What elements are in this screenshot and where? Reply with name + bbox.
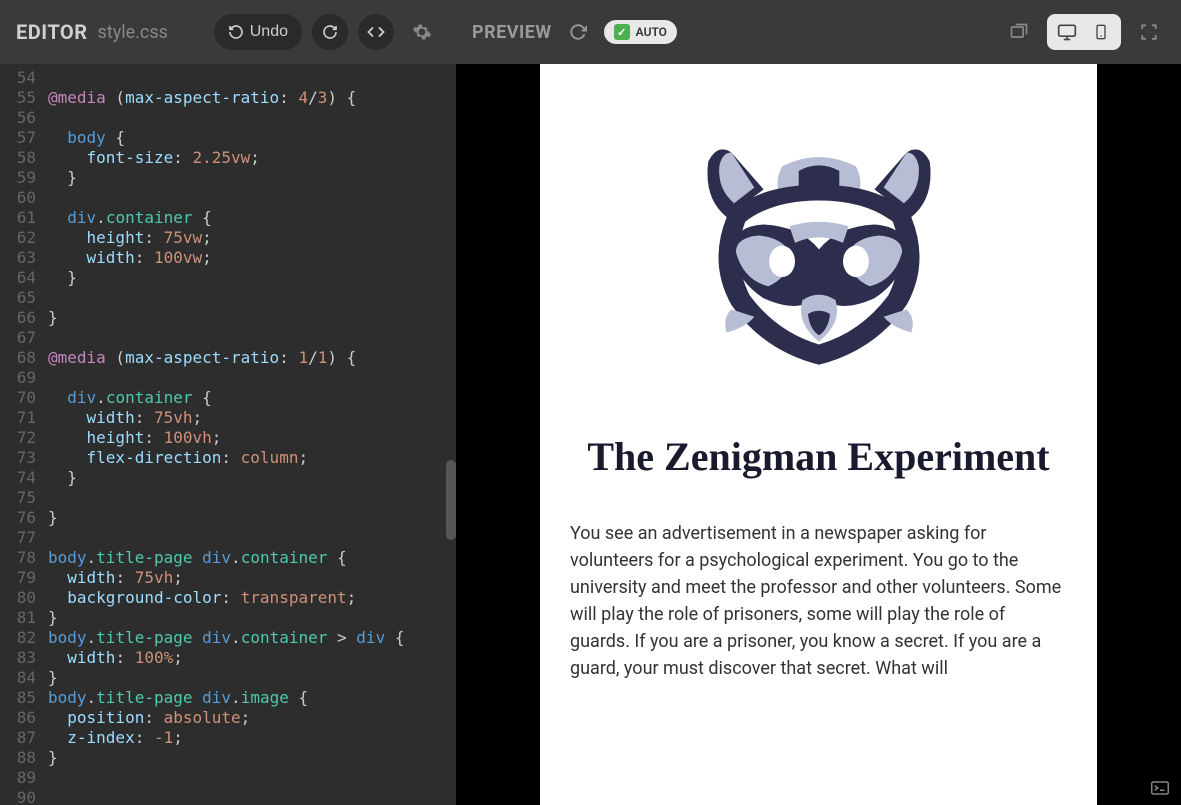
editor-title: EDITOR [16, 20, 88, 44]
app-root: EDITOR style.css Undo 545556575859606162… [0, 0, 1181, 805]
device-mobile-button[interactable] [1085, 18, 1117, 46]
reload-button[interactable] [564, 18, 592, 46]
gear-icon [412, 22, 432, 42]
code-icon [367, 23, 385, 41]
reload-icon [569, 23, 587, 41]
popout-icon [1009, 22, 1029, 42]
editor-pane: EDITOR style.css Undo 545556575859606162… [0, 0, 456, 805]
code-content[interactable]: @media (max-aspect-ratio: 4/3) { body { … [42, 64, 456, 805]
check-icon: ✓ [614, 24, 630, 40]
page-heading: The Zenigman Experiment [570, 434, 1067, 480]
popout-button[interactable] [1003, 16, 1035, 48]
undo-button[interactable]: Undo [214, 14, 302, 50]
fullscreen-icon [1140, 23, 1158, 41]
mobile-icon [1093, 22, 1109, 42]
editor-header: EDITOR style.css Undo [0, 0, 456, 64]
preview-title: PREVIEW [472, 22, 552, 43]
desktop-icon [1057, 22, 1077, 42]
page-image-wrap [570, 94, 1067, 434]
page-body-text: You see an advertisement in a newspaper … [570, 520, 1067, 682]
terminal-icon [1151, 781, 1169, 795]
code-editor[interactable]: 5455565758596061626364656667686970717273… [0, 64, 456, 805]
settings-button[interactable] [404, 14, 440, 50]
undo-icon [228, 24, 244, 40]
device-selector [1047, 14, 1121, 50]
line-gutter: 5455565758596061626364656667686970717273… [0, 64, 42, 805]
rendered-page: The Zenigman Experiment You see an adver… [540, 64, 1097, 805]
redo-icon [322, 24, 338, 40]
fullscreen-button[interactable] [1133, 16, 1165, 48]
auto-label: AUTO [636, 25, 667, 39]
preview-header: PREVIEW ✓ AUTO [456, 0, 1181, 64]
redo-button[interactable] [312, 14, 348, 50]
console-toggle[interactable] [1151, 780, 1169, 799]
editor-filename: style.css [98, 22, 168, 43]
device-desktop-button[interactable] [1051, 18, 1083, 46]
scrollbar-thumb[interactable] [446, 460, 456, 540]
code-button[interactable] [358, 14, 394, 50]
preview-pane: PREVIEW ✓ AUTO [456, 0, 1181, 805]
auto-reload-toggle[interactable]: ✓ AUTO [604, 20, 677, 44]
raccoon-logo [679, 134, 959, 374]
preview-viewport: The Zenigman Experiment You see an adver… [456, 64, 1181, 805]
undo-label: Undo [250, 23, 288, 41]
